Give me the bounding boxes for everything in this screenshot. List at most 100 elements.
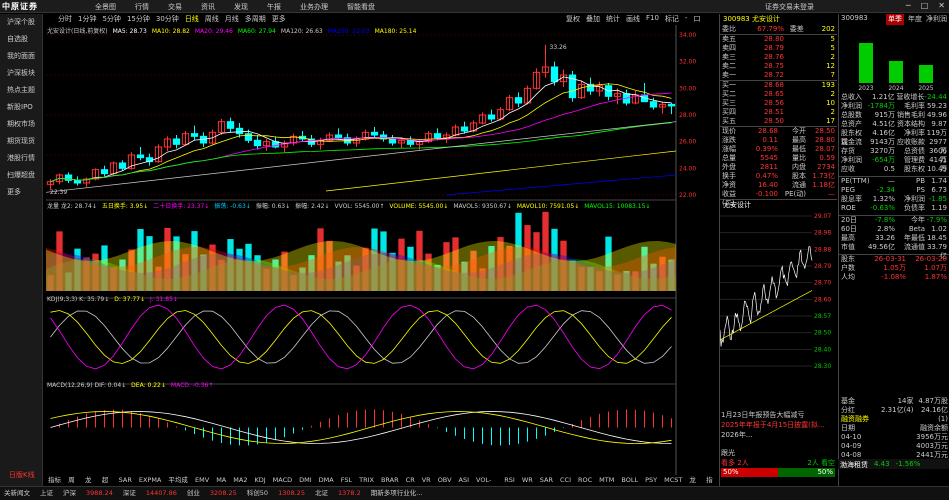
indicator-tab-23[interactable]: WR (522, 475, 533, 486)
indicator-tab-3[interactable]: 超赚 (102, 475, 112, 495)
status-item-1[interactable]: 上证 (40, 487, 53, 500)
close-icon[interactable]: ✕ (938, 1, 945, 10)
menu-item-3[interactable]: 资讯 (201, 2, 215, 12)
status-item-8[interactable]: 科创50 (247, 487, 268, 500)
news-item-2[interactable]: 2026年... (719, 430, 837, 440)
tool-6[interactable]: - (685, 14, 688, 24)
indicator-tab-32[interactable]: 指标 (706, 475, 716, 495)
bid-level-2[interactable]: 买三 28.56 10 (720, 99, 837, 108)
tool-4[interactable]: F10 (646, 14, 659, 24)
menu-item-7[interactable]: 智能看盘 (347, 2, 375, 12)
indicator-tab-28[interactable]: BOLL (621, 475, 638, 486)
status-item-2[interactable]: 沪深 (63, 487, 76, 500)
ticker-bar[interactable]: 渤海租赁 4.43 -1.56% (838, 459, 949, 469)
sidebar-item-9[interactable]: 扫爆超盘 (0, 167, 42, 184)
indicator-tab-10[interactable]: KDJ (254, 475, 265, 486)
ask-level-3[interactable]: 卖二 28.75 12 (720, 62, 837, 71)
menu-item-5[interactable]: 午报 (267, 2, 281, 12)
bid-level-0[interactable]: 买一 28.68 193 (720, 81, 837, 90)
period-tab-8[interactable]: 多周期 (245, 14, 266, 25)
indicator-tab-24[interactable]: SAR (540, 475, 553, 486)
indicator-tab-7[interactable]: EMV (195, 475, 209, 486)
sidebar-item-4[interactable]: 热点主题 (0, 82, 42, 99)
bid-level-3[interactable]: 买四 28.51 2 (720, 108, 837, 117)
period-tab-6[interactable]: 周线 (205, 14, 219, 25)
fin-tab-2[interactable]: 净利润 (926, 14, 947, 25)
tool-1[interactable]: 叠加 (586, 14, 600, 24)
indicator-tab-27[interactable]: MTM (599, 475, 614, 486)
indicator-tab-4[interactable]: SAR (119, 475, 132, 486)
period-tab-2[interactable]: 5分钟 (102, 14, 120, 25)
indicator-tab-12[interactable]: DMI (299, 475, 312, 486)
period-tab-1[interactable]: 1分钟 (78, 14, 96, 25)
indicator-tab-0[interactable]: 指标A (48, 475, 61, 495)
menu-item-4[interactable]: 发现 (234, 2, 248, 12)
sidebar-item-0[interactable]: 沪深个股 (0, 14, 42, 31)
tool-7[interactable]: 口 (693, 14, 700, 24)
indicator-tab-25[interactable]: CCI (560, 475, 571, 486)
indicator-tab-15[interactable]: TRIX (359, 475, 374, 486)
indicator-tab-5[interactable]: EXPMA (139, 475, 162, 486)
indicator-tab-16[interactable]: BRAR (381, 475, 399, 486)
period-tab-4[interactable]: 30分钟 (156, 14, 179, 25)
period-tab-3[interactable]: 15分钟 (127, 14, 150, 25)
sidebar-item-2[interactable]: 我的面面 (0, 48, 42, 65)
indicator-tab-29[interactable]: PSY (645, 475, 657, 486)
ask-level-2[interactable]: 卖三 28.76 2 (720, 53, 837, 62)
news-item-1[interactable]: 2025年年报于4月15日披露(拟... (719, 420, 837, 430)
status-item-12[interactable]: 期新多项行业化... (371, 487, 423, 500)
period-tab-0[interactable]: 分时 (58, 14, 72, 25)
status-item-11[interactable]: 1378.2 (338, 487, 361, 500)
sidebar-item-6[interactable]: 期权市场 (0, 116, 42, 133)
status-item-10[interactable]: 北证 (315, 487, 328, 500)
sidebar-item-3[interactable]: 沪深板块 (0, 65, 42, 82)
menu-item-6[interactable]: 业务办理 (300, 2, 328, 12)
tool-0[interactable]: 复权 (566, 14, 580, 24)
indicator-tab-1[interactable]: 周期 (68, 475, 78, 495)
indicator-tab-2[interactable]: 龙量 (85, 475, 95, 495)
trade-login-status[interactable]: 证券交易未登录 (765, 2, 814, 12)
period-tab-9[interactable]: 更多 (272, 14, 286, 25)
indicator-tab-9[interactable]: MA2 (233, 475, 247, 486)
status-item-3[interactable]: 3988.24 (86, 487, 113, 500)
indicator-tab-14[interactable]: FSL (341, 475, 352, 486)
fin-tab-1[interactable]: 年度 (908, 14, 922, 25)
status-item-6[interactable]: 创业 (187, 487, 200, 500)
period-tab-5[interactable]: 日线 (185, 14, 199, 25)
indicator-tab-11[interactable]: MACD (273, 475, 292, 486)
indicator-tab-20[interactable]: ASI (459, 475, 470, 486)
tool-2[interactable]: 统计 (606, 14, 620, 24)
ask-level-0[interactable]: 卖五 28.80 5 (720, 35, 837, 44)
indicator-tab-18[interactable]: VR (422, 475, 431, 486)
menu-item-2[interactable]: 交易 (168, 2, 182, 12)
bid-level-4[interactable]: 买五 28.50 17 (720, 117, 837, 126)
sidebar-item-1[interactable]: 自选股 (0, 31, 42, 48)
maximize-icon[interactable]: □ (921, 1, 929, 10)
period-tab-7[interactable]: 月线 (225, 14, 239, 25)
intraday-mini-chart[interactable]: 29.07 28.98 28.88 28.79 28.70 28.60 28.57 28.50… (720, 210, 838, 380)
sidebar-item-8[interactable]: 港股行情 (0, 150, 42, 167)
indicator-tab-30[interactable]: MCST (664, 475, 682, 486)
sidebar-item-7[interactable]: 期货现货 (0, 133, 42, 150)
status-item-0[interactable]: 关新闻文 (4, 487, 30, 500)
status-item-4[interactable]: 深证 (123, 487, 136, 500)
ask-level-4[interactable]: 卖一 28.72 7 (720, 71, 837, 80)
minimize-icon[interactable]: ─ (906, 1, 911, 10)
indicator-tab-8[interactable]: MA (216, 475, 226, 486)
tool-3[interactable]: 画线 (626, 14, 640, 24)
ask-level-1[interactable]: 卖四 28.79 5 (720, 44, 837, 53)
news-item-0[interactable]: 1月23日年报预告大幅减亏 (719, 410, 837, 420)
bid-level-1[interactable]: 买二 28.65 2 (720, 90, 837, 99)
indicator-tab-13[interactable]: DMA (319, 475, 334, 486)
tool-5[interactable]: 标记 (665, 14, 679, 24)
fin-tab-0[interactable]: 单季 (886, 14, 904, 25)
status-item-5[interactable]: 14407.86 (146, 487, 177, 500)
menu-item-0[interactable]: 全景图 (95, 2, 116, 12)
indicator-tab-19[interactable]: OBV (438, 475, 452, 486)
indicator-tab-21[interactable]: VOL-TDX (476, 475, 497, 495)
kline-chart[interactable]: 22.00 24.00 26.00 28.00 30.00 32.00 34.00 33.26… (46, 25, 716, 475)
indicator-tab-6[interactable]: 平均成本 (168, 475, 188, 495)
sidebar-footer[interactable]: 日版K线 (2, 467, 35, 484)
indicator-tab-26[interactable]: ROC (578, 475, 592, 486)
menu-item-1[interactable]: 行情 (135, 2, 149, 12)
